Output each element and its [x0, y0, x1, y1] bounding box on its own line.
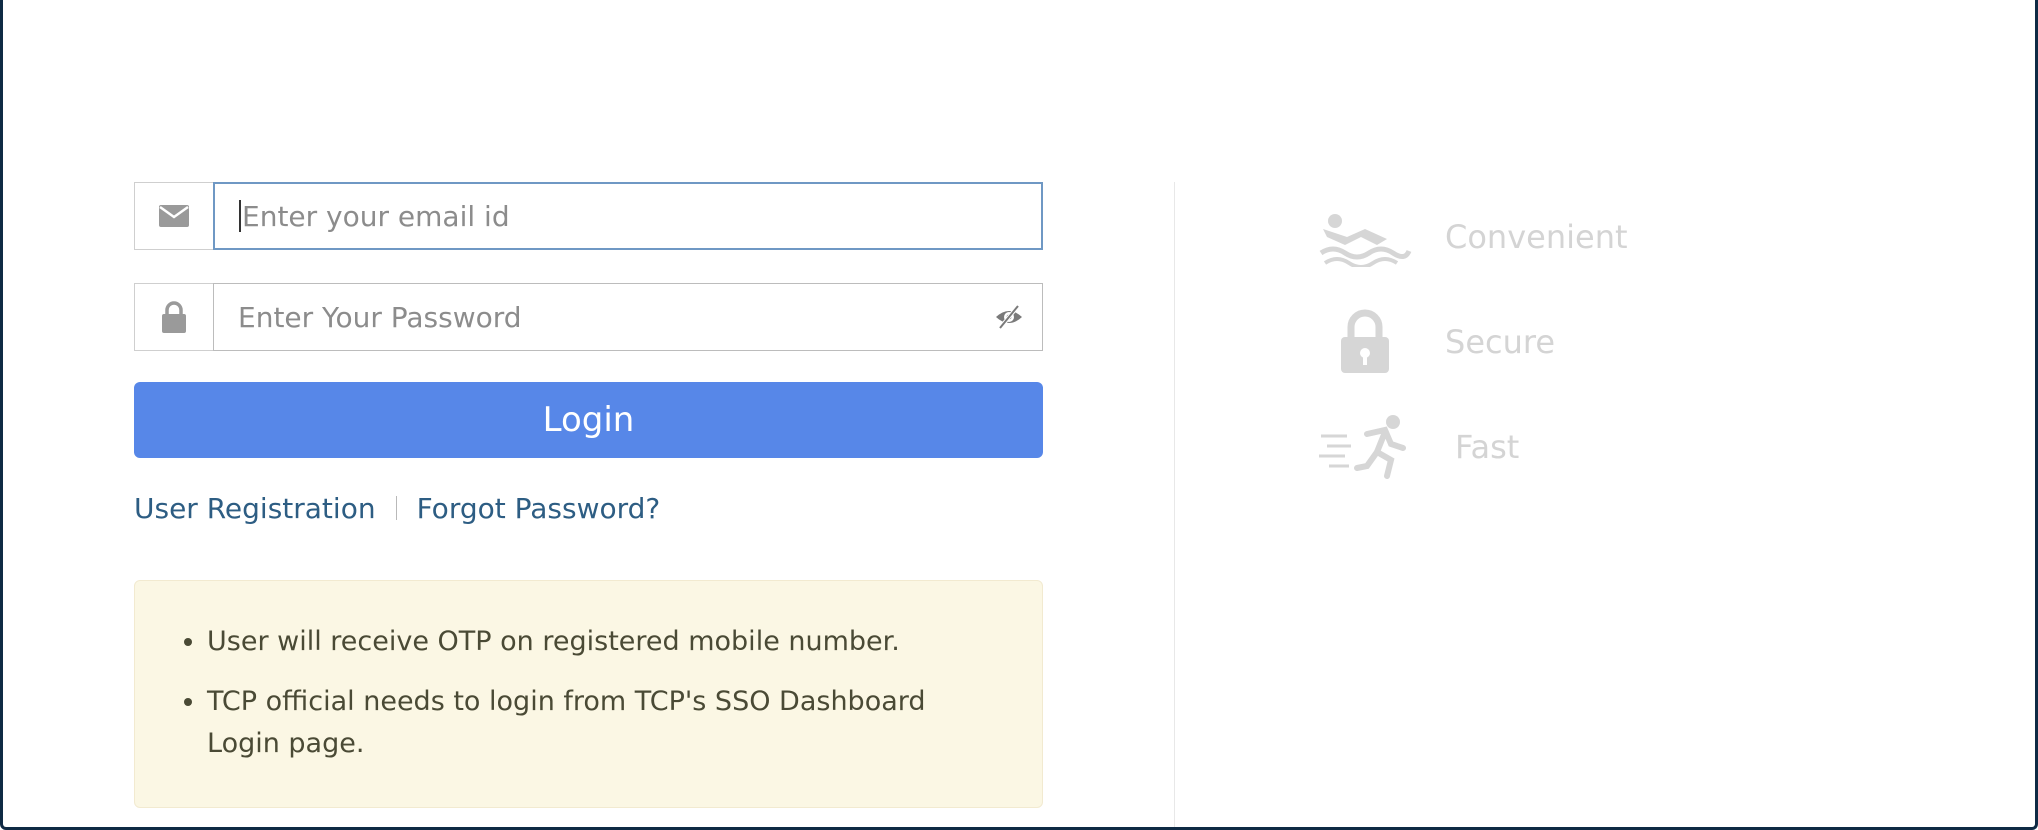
link-separator	[395, 496, 397, 520]
info-list: User will receive OTP on registered mobi…	[175, 621, 1002, 765]
auth-links: User Registration Forgot Password?	[134, 488, 660, 528]
email-placeholder: Enter your email id	[242, 199, 510, 233]
user-registration-link[interactable]: User Registration	[134, 492, 376, 525]
feature-secure: Secure	[1315, 307, 1555, 377]
vertical-divider	[1174, 182, 1175, 827]
forgot-password-link[interactable]: Forgot Password?	[417, 492, 661, 525]
feature-label: Fast	[1455, 428, 1520, 466]
feature-convenient: Convenient	[1315, 202, 1628, 272]
info-item: TCP official needs to login from TCP's S…	[207, 681, 1002, 765]
swimmer-icon	[1315, 202, 1415, 272]
lock-icon	[134, 283, 213, 351]
info-notice: User will receive OTP on registered mobi…	[134, 580, 1043, 808]
email-field[interactable]: Enter your email id	[213, 182, 1043, 250]
feature-fast: Fast	[1315, 412, 1519, 482]
info-item: User will receive OTP on registered mobi…	[207, 621, 1002, 663]
login-button[interactable]: Login	[134, 382, 1043, 458]
envelope-icon	[134, 182, 213, 250]
password-field[interactable]: Enter Your Password	[213, 283, 1043, 351]
feature-label: Convenient	[1445, 218, 1628, 256]
login-panel: Enter your email id Enter Your Password …	[0, 0, 2038, 830]
eye-slash-icon[interactable]	[994, 302, 1024, 332]
feature-label: Secure	[1445, 323, 1556, 361]
password-placeholder: Enter Your Password	[238, 300, 522, 334]
text-caret	[239, 200, 241, 232]
padlock-icon	[1315, 307, 1415, 377]
runner-icon	[1315, 412, 1415, 482]
email-input-group: Enter your email id	[134, 182, 1043, 250]
password-input-group: Enter Your Password	[134, 283, 1043, 351]
